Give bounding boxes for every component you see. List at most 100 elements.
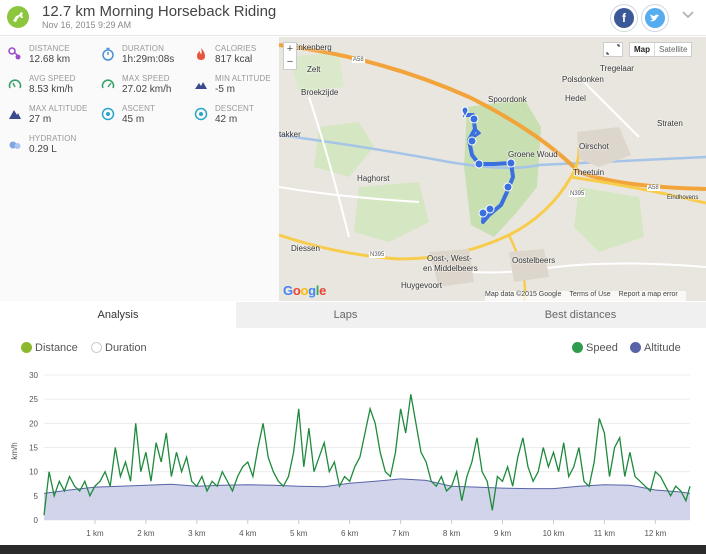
map-label: takker <box>279 130 301 139</box>
road-label: A58 <box>352 57 365 63</box>
x-tick-label: 12 km <box>644 529 666 538</box>
map-data-credit: Map data ©2015 Google <box>485 291 562 298</box>
map-type-satellite[interactable]: Satellite <box>654 43 691 56</box>
map-canvas <box>279 43 706 301</box>
road-label: N395 <box>569 191 586 197</box>
activity-date: Nov 16, 2015 9:29 AM <box>42 20 132 30</box>
stat-value: 12.68 km <box>29 54 71 65</box>
stat-label: ASCENT <box>122 104 156 113</box>
y-axis-ticks: 0 5 10 15 20 25 30 <box>29 371 38 525</box>
horse-riding-icon <box>7 6 29 28</box>
zoom-out-button[interactable]: − <box>284 56 296 69</box>
y-tick-label: 10 <box>29 468 38 477</box>
toggle-altitude[interactable]: Altitude <box>630 342 681 354</box>
speedometer-icon <box>8 79 22 89</box>
google-logo[interactable]: Google <box>283 283 326 298</box>
map-label: Diessen <box>291 244 320 253</box>
stat-min-altitude: MIN ALTITUDE -5 m <box>188 73 276 103</box>
map-label: Groene Woud <box>508 150 558 159</box>
route-map[interactable]: Enkenberg Zelt Broekzijde Tregelaar Pols… <box>279 37 706 301</box>
stat-label: DURATION <box>122 44 164 53</box>
map-attribution: Map data ©2015 Google Terms of Use Report … <box>485 291 686 301</box>
toggle-label: Distance <box>35 342 78 354</box>
stat-label: AVG SPEED <box>29 74 76 83</box>
droplets-icon <box>9 141 21 149</box>
twitter-icon <box>645 8 665 28</box>
x-tick-label: 2 km <box>137 529 155 538</box>
x-tick-label: 6 km <box>341 529 359 538</box>
toggle-duration[interactable]: Duration <box>91 342 147 354</box>
stat-max-speed: MAX SPEED 27.02 km/h <box>95 73 183 103</box>
stat-value: 42 m <box>215 114 238 125</box>
stat-hydration: HYDRATION 0.29 L <box>2 133 90 163</box>
stat-max-altitude: MAX ALTITUDE 27 m <box>2 103 90 133</box>
facebook-share-button[interactable]: f <box>610 4 638 32</box>
speedometer-max-icon <box>101 79 115 89</box>
report-error-link[interactable]: Report a map error <box>619 291 678 298</box>
checkbox-checked-icon <box>572 342 583 353</box>
stat-value: 45 m <box>122 114 145 125</box>
toggle-distance[interactable]: Distance <box>21 342 78 354</box>
bottom-bar <box>0 545 706 554</box>
descent-icon <box>194 107 208 121</box>
stat-value: 8.53 km/h <box>29 84 73 95</box>
map-label: Eindhovens <box>667 195 699 201</box>
x-tick-label: 1 km <box>86 529 104 538</box>
x-tick-label: 5 km <box>290 529 308 538</box>
zoom-control: + − <box>283 42 297 70</box>
speed-altitude-chart[interactable]: 0 5 10 15 20 25 30 1 km 2 km 3 km 4 km 5 km 6 km 7 k… <box>0 365 706 543</box>
map-label: en Middelbeers <box>423 264 478 273</box>
map-label: Spoordonk <box>488 95 527 104</box>
map-label: Polsdonken <box>562 75 604 84</box>
facebook-icon: f <box>614 8 634 28</box>
stat-avg-speed: AVG SPEED 8.53 km/h <box>2 73 90 103</box>
map-label: Zelt <box>307 65 321 74</box>
tab-laps[interactable]: Laps <box>236 302 455 328</box>
mountain-low-icon <box>195 82 207 89</box>
x-axis-ticks: 1 km 2 km 3 km 4 km 5 km 6 km 7 km 8 km 9 km 10 k… <box>86 520 667 538</box>
stats-panel: DISTANCE 12.68 km DURATION 1h:29m:08s CA… <box>0 37 279 301</box>
map-label: Straten <box>657 119 683 128</box>
x-tick-label: 10 km <box>543 529 565 538</box>
stat-label: DISTANCE <box>29 44 70 53</box>
zoom-in-button[interactable]: + <box>284 43 296 56</box>
stat-label: MIN ALTITUDE <box>215 74 271 83</box>
stat-distance: DISTANCE 12.68 km <box>2 43 90 73</box>
stat-label: CALORIES <box>215 44 257 53</box>
twitter-share-button[interactable] <box>641 4 669 32</box>
y-tick-label: 30 <box>29 371 38 380</box>
x-tick-label: 11 km <box>594 529 616 538</box>
stat-value: -5 m <box>215 84 235 95</box>
y-tick-label: 0 <box>34 516 39 525</box>
flame-icon <box>197 48 205 60</box>
mountain-high-icon <box>9 110 21 119</box>
chevron-down-icon[interactable] <box>682 9 694 23</box>
checkbox-checked-icon <box>21 342 32 353</box>
activity-title: 12.7 km Morning Horseback Riding <box>42 3 277 20</box>
stat-calories: CALORIES 817 kcal <box>188 43 276 73</box>
checkbox-checked-icon <box>630 342 641 353</box>
fullscreen-button[interactable] <box>603 42 623 57</box>
terms-link[interactable]: Terms of Use <box>569 291 610 298</box>
map-label: Huygevoort <box>401 281 442 290</box>
tab-analysis[interactable]: Analysis <box>0 302 236 328</box>
stopwatch-icon <box>102 47 114 61</box>
map-type-control: Map Satellite <box>629 42 693 57</box>
x-tick-label: 4 km <box>239 529 257 538</box>
toggle-label: Duration <box>105 342 147 354</box>
toggle-label: Speed <box>586 342 618 354</box>
map-label: Oostelbeers <box>512 256 556 265</box>
activity-header: 12.7 km Morning Horseback Riding Nov 16,… <box>0 0 706 36</box>
stat-value: 0.29 L <box>29 144 57 155</box>
tab-best-distances[interactable]: Best distances <box>455 302 706 328</box>
x-tick-label: 8 km <box>443 529 461 538</box>
x-tick-label: 3 km <box>188 529 206 538</box>
stat-label: MAX ALTITUDE <box>29 104 88 113</box>
stat-ascent: ASCENT 45 m <box>95 103 183 133</box>
map-type-map[interactable]: Map <box>630 43 654 56</box>
toggle-label: Altitude <box>644 342 681 354</box>
stat-value: 1h:29m:08s <box>122 54 175 65</box>
toggle-speed[interactable]: Speed <box>572 342 618 354</box>
stat-duration: DURATION 1h:29m:08s <box>95 43 183 73</box>
y-tick-label: 25 <box>29 395 38 404</box>
